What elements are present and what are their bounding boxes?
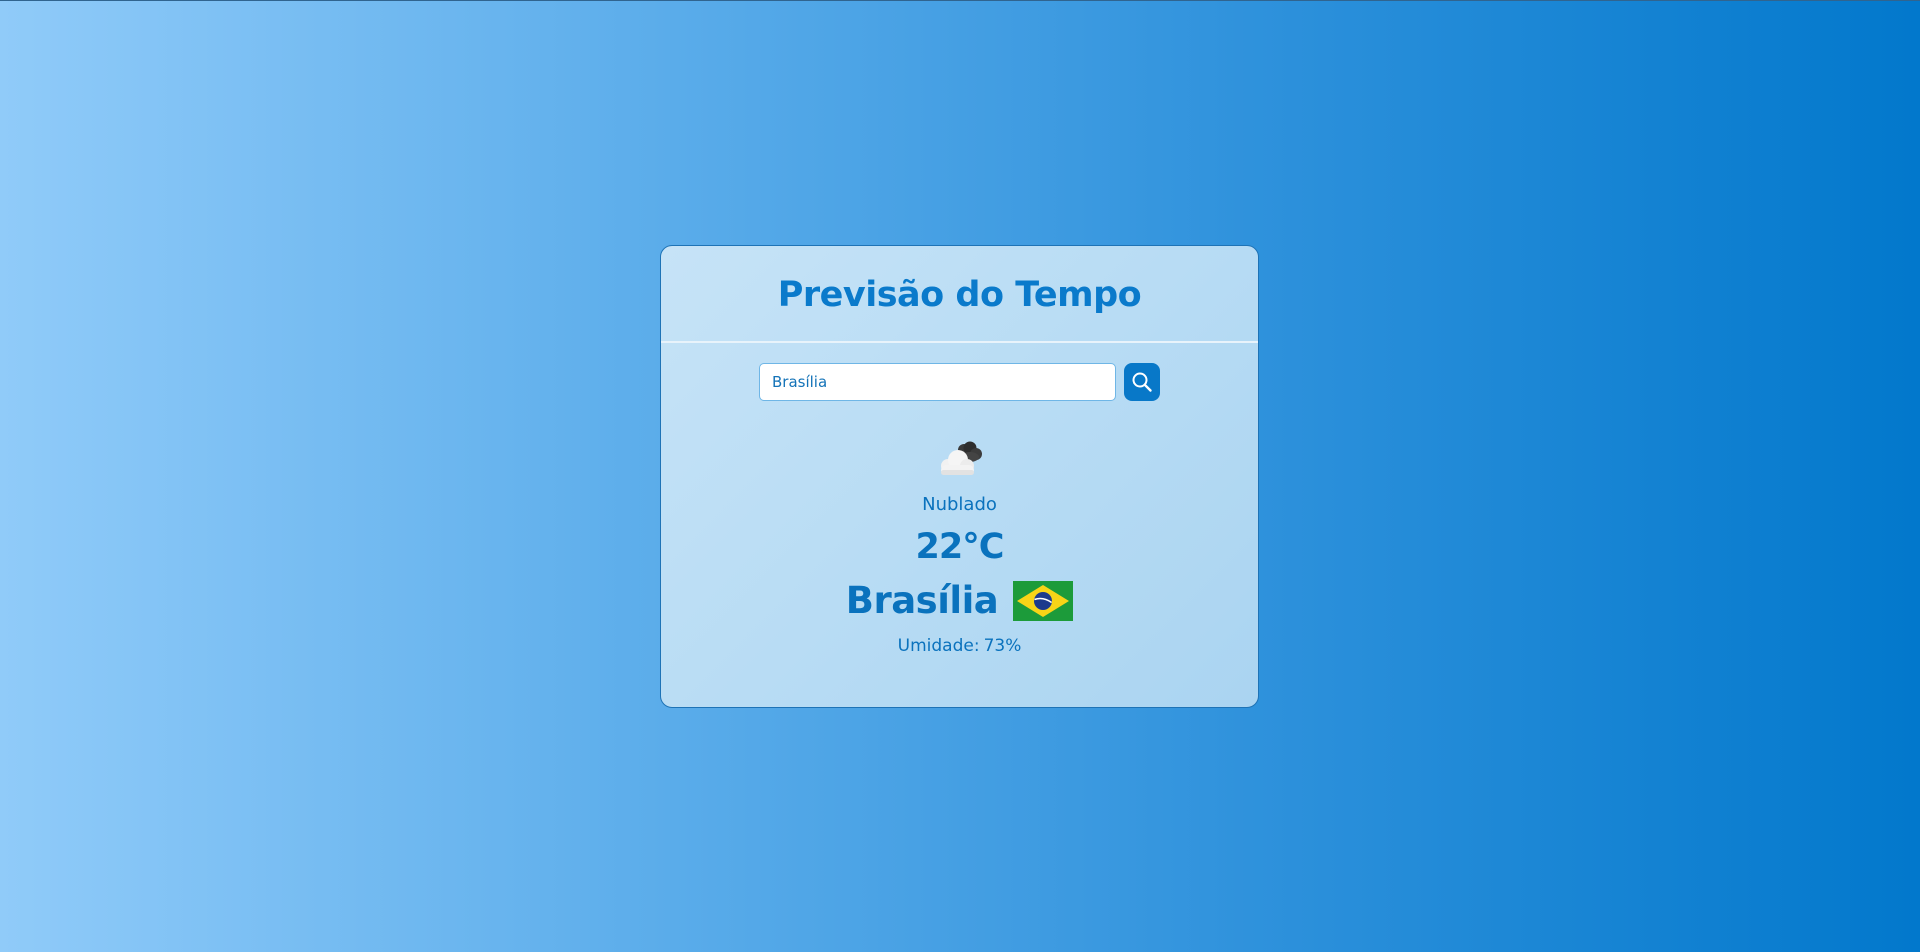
cloudy-icon — [940, 441, 982, 475]
city-name: Brasília — [845, 579, 999, 622]
brazil-flag-icon — [1013, 580, 1074, 621]
city-search-input[interactable] — [759, 363, 1116, 401]
weather-card: Previsão do Tempo Nublado 22°C Brasília — [660, 245, 1259, 708]
search-icon — [1132, 372, 1152, 392]
search-button[interactable] — [1124, 363, 1160, 401]
humidity: Umidade: 73% — [661, 636, 1258, 656]
humidity-label: Umidade: — [897, 636, 980, 656]
card-header: Previsão do Tempo — [661, 246, 1258, 343]
temperature: 22°C — [915, 527, 1005, 567]
city-row: Brasília — [661, 579, 1258, 622]
weather-description: Nublado — [922, 494, 997, 515]
search-bar — [759, 363, 1160, 401]
humidity-value: 73% — [983, 636, 1022, 656]
page-title: Previsão do Tempo — [777, 274, 1142, 315]
weather-info: Nublado 22°C Brasília Umidade: 73% — [661, 436, 1258, 656]
